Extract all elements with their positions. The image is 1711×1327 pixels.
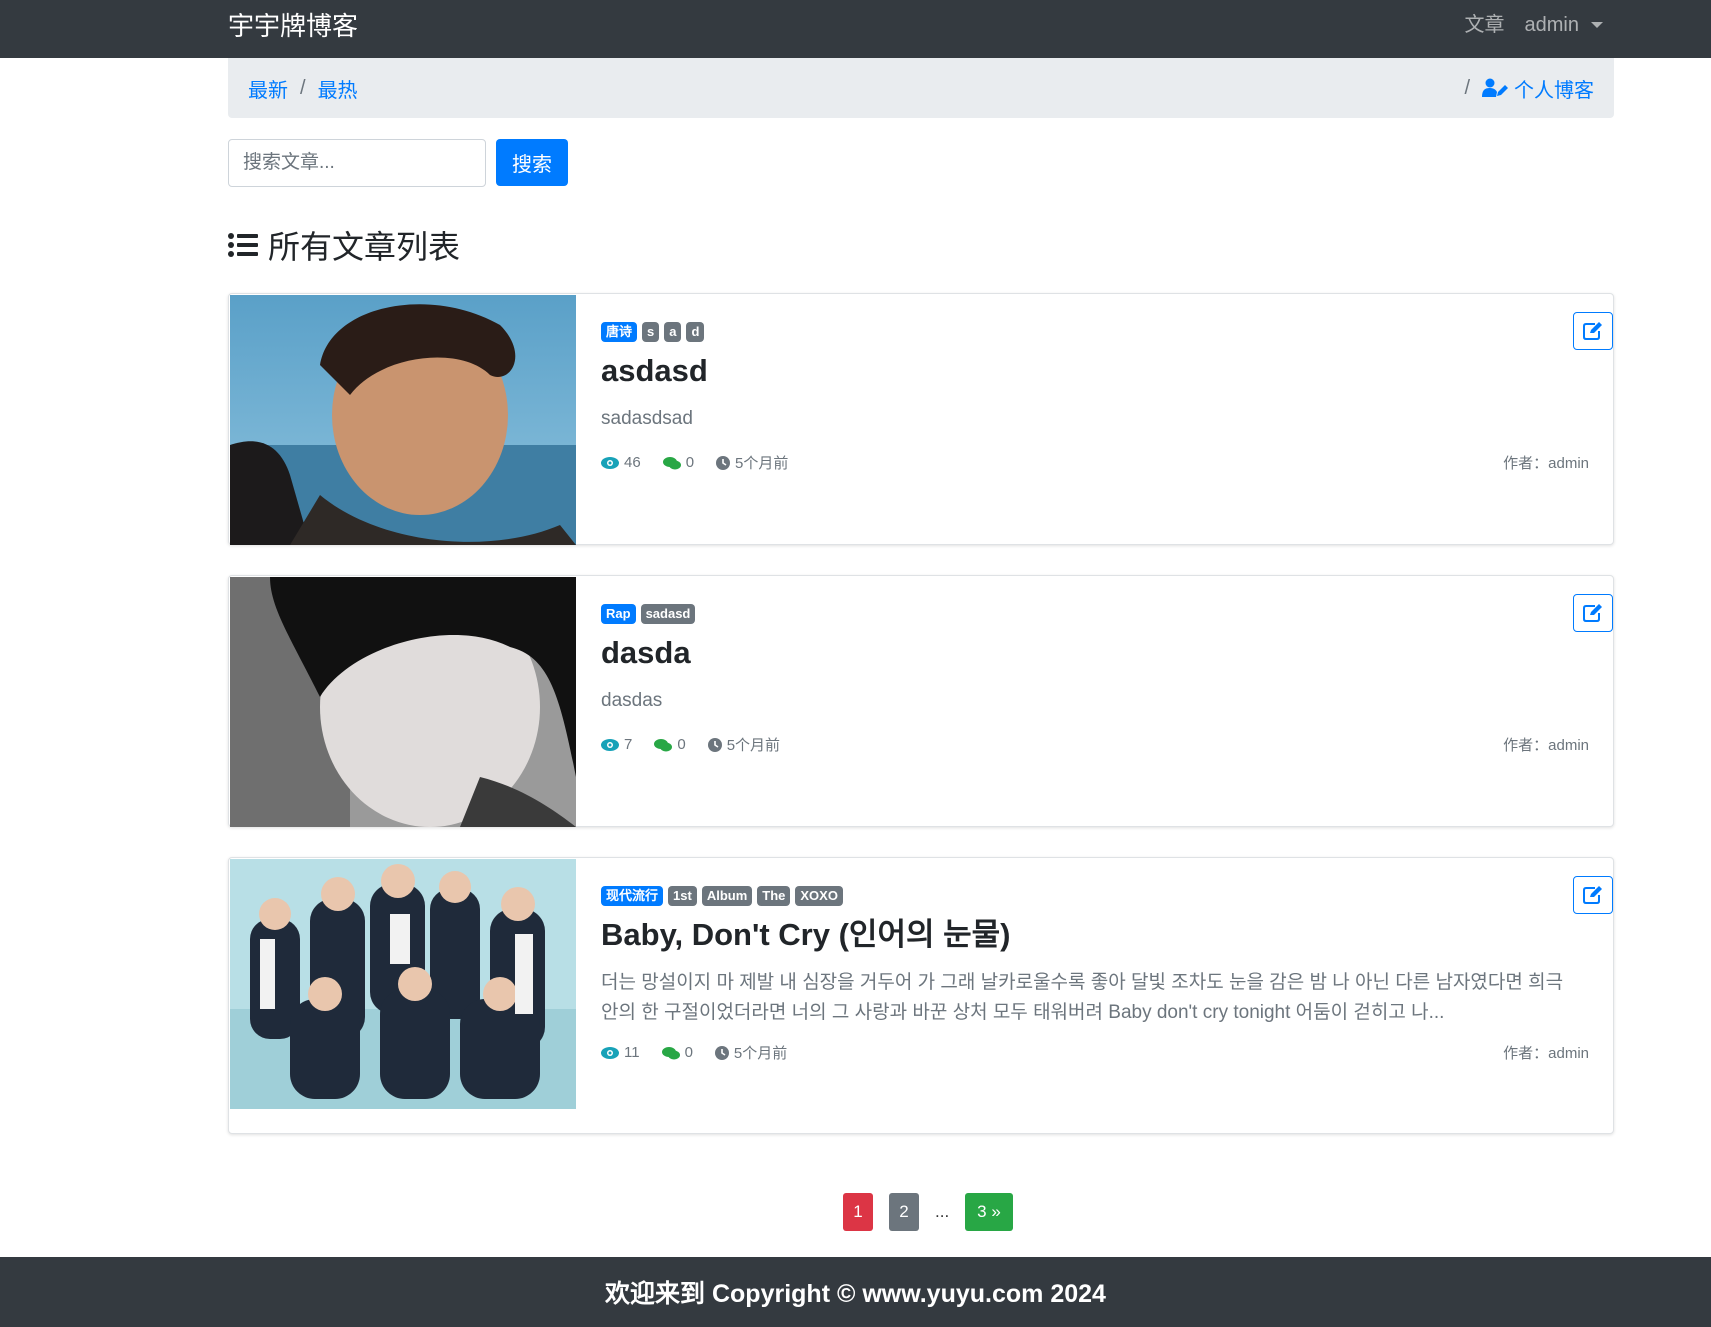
footer: 欢迎来到 Copyright © www.yuyu.com 2024 bbox=[0, 1257, 1711, 1327]
breadcrumb: 最新 / 最热 / 个人博客 bbox=[228, 58, 1614, 118]
eye-icon bbox=[601, 456, 619, 469]
edit-post-button[interactable] bbox=[1573, 312, 1613, 350]
list-icon bbox=[228, 233, 258, 257]
comments-count: 0 bbox=[661, 1044, 693, 1061]
tag-badge[interactable]: d bbox=[686, 322, 705, 342]
page-1-button[interactable]: 1 bbox=[843, 1193, 873, 1231]
breadcrumb-latest[interactable]: 最新 bbox=[248, 74, 288, 103]
comments-icon bbox=[661, 1046, 680, 1059]
brand-logo[interactable]: 宇宇牌博客 bbox=[228, 10, 358, 42]
tag-list: Rap sadasd bbox=[601, 604, 1589, 624]
personal-blog-link[interactable]: 个人博客 bbox=[1482, 74, 1594, 103]
post-thumbnail[interactable] bbox=[230, 295, 576, 545]
user-edit-icon bbox=[1482, 78, 1508, 97]
tag-badge[interactable]: Album bbox=[701, 886, 753, 906]
post-excerpt: dasdas bbox=[601, 690, 663, 711]
tag-badge[interactable]: Rap bbox=[601, 604, 636, 624]
tag-badge[interactable]: sadasd bbox=[640, 604, 696, 624]
clock-icon bbox=[716, 455, 731, 470]
search-form: 搜索 bbox=[228, 139, 568, 187]
eye-icon bbox=[601, 738, 619, 751]
tag-badge[interactable]: The bbox=[757, 886, 791, 906]
post-time: 5个月前 bbox=[716, 452, 788, 473]
tag-list: 唐诗 s a d bbox=[601, 322, 1589, 342]
nav-right: 文章 admin bbox=[1465, 12, 1603, 38]
post-body: 现代流行 1st Album The XOXO Baby, Don't Cry … bbox=[601, 886, 1589, 1063]
top-navbar: 宇宇牌博客 文章 admin bbox=[0, 0, 1711, 58]
views-count: 11 bbox=[601, 1044, 640, 1061]
post-body: Rap sadasd dasda dasdas 7 0 5个月前 作者：admi… bbox=[601, 604, 1589, 755]
comments-count: 0 bbox=[662, 454, 694, 471]
post-title[interactable]: Baby, Don't Cry (인어의 눈물) bbox=[601, 916, 1589, 954]
tag-badge[interactable]: s bbox=[642, 322, 660, 342]
eye-icon bbox=[601, 1046, 619, 1059]
post-time: 5个月前 bbox=[714, 1042, 787, 1063]
pagination: 1 2 ... 3 » bbox=[843, 1193, 1013, 1231]
views-count: 46 bbox=[601, 454, 641, 471]
edit-post-button[interactable] bbox=[1573, 876, 1613, 914]
post-author: 作者：admin bbox=[1503, 1045, 1589, 1062]
user-name: admin bbox=[1524, 14, 1579, 36]
clock-icon bbox=[707, 737, 722, 752]
post-meta: 11 0 5个月前 作者：admin bbox=[601, 1042, 1589, 1063]
post-excerpt: sadasdsad bbox=[601, 408, 693, 429]
post-title[interactable]: dasda bbox=[601, 634, 1589, 672]
section-title: 所有文章列表 bbox=[228, 222, 460, 268]
edit-icon bbox=[1583, 322, 1602, 340]
post-author: 作者：admin bbox=[1503, 737, 1589, 754]
post-card[interactable]: Rap sadasd dasda dasdas 7 0 5个月前 作者：admi… bbox=[228, 575, 1614, 827]
tag-badge[interactable]: 唐诗 bbox=[601, 322, 638, 342]
comments-icon bbox=[662, 456, 681, 469]
views-count: 7 bbox=[601, 736, 632, 753]
page-2-button[interactable]: 2 bbox=[889, 1193, 919, 1231]
caret-down-icon bbox=[1591, 22, 1603, 28]
breadcrumb-hot[interactable]: 最热 bbox=[318, 74, 358, 103]
next-page-button[interactable]: 3 » bbox=[965, 1193, 1013, 1231]
post-meta: 7 0 5个月前 作者：admin bbox=[601, 734, 1589, 755]
post-time: 5个月前 bbox=[707, 734, 780, 755]
nav-articles-link[interactable]: 文章 bbox=[1465, 12, 1505, 38]
search-input[interactable] bbox=[228, 139, 486, 187]
comments-count: 0 bbox=[654, 736, 686, 753]
tag-list: 现代流行 1st Album The XOXO bbox=[601, 886, 1589, 906]
tag-badge[interactable]: XOXO bbox=[795, 886, 843, 906]
comments-icon bbox=[654, 738, 673, 751]
edit-icon bbox=[1583, 604, 1602, 622]
edit-post-button[interactable] bbox=[1573, 594, 1613, 632]
breadcrumb-separator: / bbox=[300, 76, 306, 99]
post-body: 唐诗 s a d asdasd sadasdsad 46 0 5个月前 作者：a… bbox=[601, 322, 1589, 473]
tag-badge[interactable]: a bbox=[664, 322, 682, 342]
pagination-ellipsis: ... bbox=[935, 1202, 950, 1221]
edit-icon bbox=[1583, 886, 1602, 904]
footer-copyright: 欢迎来到 Copyright © www.yuyu.com 2024 bbox=[605, 1280, 1106, 1308]
post-meta: 46 0 5个月前 作者：admin bbox=[601, 452, 1589, 473]
section-title-text: 所有文章列表 bbox=[268, 229, 461, 265]
post-card[interactable]: 唐诗 s a d asdasd sadasdsad 46 0 5个月前 作者：a… bbox=[228, 293, 1614, 545]
post-title[interactable]: asdasd bbox=[601, 352, 1589, 390]
tag-badge[interactable]: 现代流行 bbox=[601, 886, 664, 906]
search-button[interactable]: 搜索 bbox=[496, 139, 568, 186]
post-author: 作者：admin bbox=[1503, 455, 1589, 472]
tag-badge[interactable]: 1st bbox=[668, 886, 697, 906]
clock-icon bbox=[714, 1045, 729, 1060]
user-dropdown[interactable]: admin bbox=[1525, 12, 1603, 38]
post-card[interactable]: 现代流行 1st Album The XOXO Baby, Don't Cry … bbox=[228, 857, 1614, 1134]
breadcrumb-separator: / bbox=[1464, 76, 1470, 99]
post-excerpt: 더는 망설이지 마 제발 내 심장을 거두어 가 그래 날카로울수록 좋아 달빛… bbox=[601, 972, 1564, 1023]
post-thumbnail[interactable] bbox=[230, 859, 576, 1109]
personal-blog-label: 个人博客 bbox=[1514, 79, 1594, 102]
post-thumbnail[interactable] bbox=[230, 577, 576, 827]
